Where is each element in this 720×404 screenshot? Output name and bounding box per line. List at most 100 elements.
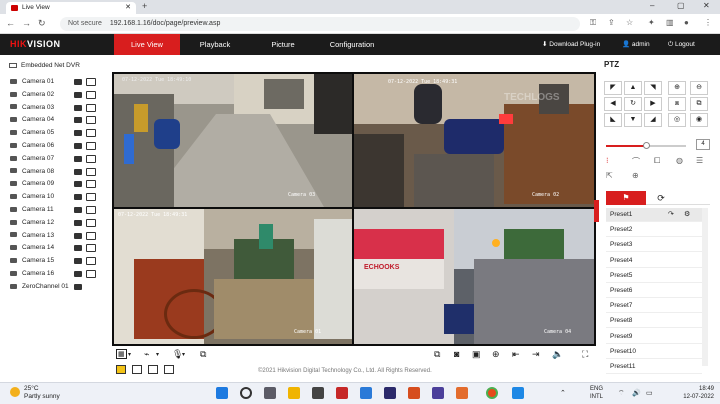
layout-2x2-icon[interactable] [132, 365, 142, 374]
preset-item[interactable]: Preset5 [606, 269, 702, 283]
layout-3x3-icon[interactable] [148, 365, 158, 374]
video-pane-camera-03[interactable]: 07-12-2022 Tue 18:49:10 Camera 03 [114, 74, 352, 207]
playback-icon[interactable] [86, 231, 96, 240]
layout-grid-icon[interactable]: ▦ [116, 349, 127, 359]
record-icon[interactable] [74, 283, 82, 290]
camera-list-item[interactable]: Camera 05 [10, 127, 110, 139]
app3-icon[interactable] [512, 387, 524, 399]
camera-list-item[interactable]: Camera 11 [10, 204, 110, 216]
iris-open-icon[interactable]: ◎ [668, 113, 686, 127]
mcafee-icon[interactable] [336, 387, 348, 399]
slider-knob[interactable] [643, 142, 650, 149]
search-icon[interactable] [240, 387, 252, 399]
zoom-in-icon[interactable]: ⊕ [492, 349, 500, 360]
nav-playback[interactable]: Playback [180, 34, 250, 55]
profile-icon[interactable]: ● [684, 18, 689, 27]
extensions-icon[interactable]: ✦ [648, 18, 655, 27]
record-icon[interactable] [74, 245, 82, 252]
camera-list-item[interactable]: Camera 10 [10, 191, 110, 203]
key-icon[interactable]: ⚿ [590, 18, 596, 28]
more-menu-icon[interactable]: ☰ [696, 156, 703, 165]
preset-scrollbar[interactable] [702, 208, 708, 366]
playback-icon[interactable] [86, 206, 96, 214]
stream-dropdown-icon[interactable]: ▾ [156, 351, 159, 358]
plugin-view-icon[interactable]: ⧉ [200, 349, 206, 360]
camera-list-item[interactable]: Camera 06 [10, 140, 110, 152]
sidebar-icon[interactable]: ▥ [666, 18, 674, 27]
lens-init-icon[interactable]: ◍ [676, 156, 683, 165]
ptz-up-button[interactable]: ▲ [624, 81, 642, 95]
url-input[interactable]: Not secure 192.168.1.16/doc/page/preview… [60, 17, 580, 31]
record-icon[interactable] [74, 194, 82, 201]
light-icon[interactable]: ⁝ [606, 156, 609, 165]
video-pane-camera-02[interactable]: TECHLOGS 07-12-2022 Tue 18:49:31 Camera … [354, 74, 594, 207]
ptz-speed-slider[interactable] [606, 142, 686, 149]
bookmark-star-icon[interactable]: ☆ [626, 18, 633, 27]
minimize-icon[interactable]: – [650, 1, 654, 10]
playback-icon[interactable] [86, 103, 96, 112]
ptz-down-right-button[interactable]: ◢ [644, 113, 662, 127]
camera-list-item[interactable]: Camera 08 [10, 166, 110, 178]
camera-list-item[interactable]: Camera 02 [10, 89, 110, 101]
playback-icon[interactable] [86, 193, 96, 202]
close-window-icon[interactable]: ✕ [703, 1, 710, 10]
camera-list-item[interactable]: Camera 03 [10, 102, 110, 114]
camera-list-item[interactable]: Camera 07 [10, 153, 110, 165]
record-icon[interactable] [74, 143, 82, 149]
focus-far-icon[interactable]: ⧉ [690, 97, 708, 111]
record-icon[interactable] [74, 181, 82, 188]
record-icon[interactable] [74, 219, 82, 226]
logout-link[interactable]: ⏻ Logout [668, 34, 695, 55]
app2-icon[interactable] [456, 387, 468, 399]
playback-icon[interactable] [86, 129, 96, 138]
preset-item[interactable]: Preset9 [606, 330, 702, 344]
nav-live-view[interactable]: Live View [114, 34, 180, 55]
chrome-icon[interactable] [486, 387, 498, 399]
record-icon[interactable] [74, 271, 82, 277]
layout-dropdown-icon[interactable]: ▾ [128, 351, 131, 358]
camera-list-item[interactable]: Camera 14 [10, 242, 110, 254]
user-menu[interactable]: 👤 admin [622, 34, 650, 55]
layout-4x4-icon[interactable] [164, 365, 174, 374]
preset-item[interactable]: Preset4 [606, 254, 702, 268]
preset-item[interactable]: Preset11 [606, 360, 702, 374]
task-view-icon[interactable] [264, 387, 276, 399]
auxiliary-focus-icon[interactable]: ⧠ [654, 156, 660, 166]
dell-icon[interactable] [312, 387, 324, 399]
playback-icon[interactable] [86, 270, 96, 278]
capture-icon[interactable]: ◙ [454, 349, 459, 359]
previous-page-icon[interactable]: ⇤ [512, 349, 520, 360]
3d-zoom-icon[interactable]: ⊕ [632, 171, 639, 180]
ptz-down-button[interactable]: ▼ [624, 113, 642, 127]
camera-list-item[interactable]: Camera 01 [10, 76, 110, 88]
battery-icon[interactable]: ▭ [646, 389, 653, 397]
record-icon[interactable] [74, 258, 82, 265]
playback-icon[interactable] [86, 90, 96, 99]
stop-all-icon[interactable]: ⧉ [434, 349, 440, 360]
maximize-icon[interactable]: ▢ [677, 1, 685, 10]
start-icon[interactable] [216, 387, 228, 399]
ptz-down-left-button[interactable]: ◣ [604, 113, 622, 127]
file-explorer-icon[interactable] [288, 387, 300, 399]
fullscreen-icon[interactable]: ⛶ [582, 349, 588, 360]
call-preset-icon[interactable]: ↷ [668, 208, 674, 222]
wifi-icon[interactable]: ⌔ [618, 389, 625, 398]
iris-close-icon[interactable]: ◉ [690, 113, 708, 127]
ptz-left-button[interactable]: ◀ [604, 97, 622, 111]
video-grid[interactable]: 07-12-2022 Tue 18:49:10 Camera 03 TECHLO… [112, 72, 596, 346]
close-tab-icon[interactable]: ✕ [125, 2, 131, 14]
preset-item[interactable]: Preset8 [606, 314, 702, 329]
new-tab-icon[interactable]: + [142, 1, 147, 11]
nav-configuration[interactable]: Configuration [316, 34, 388, 55]
preset-item[interactable]: Preset1 ↷ ⚙ [606, 208, 702, 222]
playback-icon[interactable] [86, 244, 96, 253]
playback-icon[interactable] [86, 154, 96, 163]
volume-icon[interactable]: 🔈 [552, 349, 563, 360]
camera-list-item[interactable]: Camera 04 [10, 114, 110, 126]
not-secure-label[interactable]: Not secure [68, 20, 102, 27]
premiere-icon[interactable] [384, 387, 396, 399]
next-page-icon[interactable]: ⇥ [532, 349, 540, 360]
camera-list-item[interactable]: ZeroChannel 01 [10, 281, 110, 293]
tray-chevron-icon[interactable]: ⌃ [560, 389, 566, 397]
app-icon[interactable] [432, 387, 444, 399]
